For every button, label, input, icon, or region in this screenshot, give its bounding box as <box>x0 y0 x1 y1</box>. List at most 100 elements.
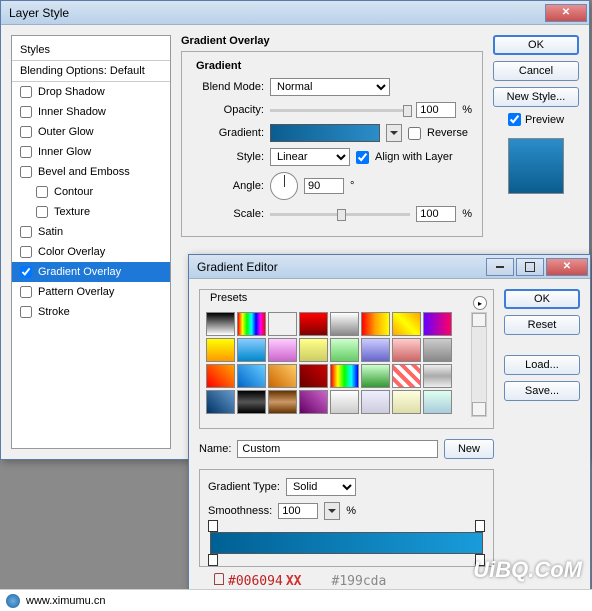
new-button[interactable]: New <box>444 439 494 459</box>
scale-input[interactable] <box>416 206 456 222</box>
preset-swatch[interactable] <box>361 364 390 388</box>
ge-load-button[interactable]: Load... <box>504 355 580 375</box>
preset-swatch[interactable] <box>299 312 328 336</box>
style-checkbox[interactable] <box>36 186 48 198</box>
blend-mode-select[interactable]: Normal <box>270 78 390 96</box>
group-title: Gradient <box>192 60 245 72</box>
gradient-type-select[interactable]: Solid <box>286 478 356 496</box>
opacity-stop-left[interactable] <box>208 520 218 532</box>
style-item-inner-shadow[interactable]: Inner Shadow <box>12 102 170 122</box>
presets-menu-icon[interactable] <box>473 296 487 310</box>
name-input[interactable] <box>237 440 438 458</box>
preset-swatch[interactable] <box>423 364 452 388</box>
style-item-stroke[interactable]: Stroke <box>12 302 170 322</box>
style-checkbox[interactable] <box>20 166 32 178</box>
preset-swatch[interactable] <box>361 390 390 414</box>
preset-swatch[interactable] <box>423 338 452 362</box>
angle-input[interactable] <box>304 178 344 194</box>
preset-swatch[interactable] <box>299 338 328 362</box>
style-item-bevel-and-emboss[interactable]: Bevel and Emboss <box>12 162 170 182</box>
preset-swatch[interactable] <box>237 390 266 414</box>
style-checkbox[interactable] <box>36 206 48 218</box>
opacity-slider[interactable] <box>270 109 410 112</box>
preview-checkbox[interactable] <box>508 113 521 126</box>
preset-swatch[interactable] <box>392 312 421 336</box>
new-style-button[interactable]: New Style... <box>493 87 579 107</box>
preset-swatch[interactable] <box>299 364 328 388</box>
style-item-color-overlay[interactable]: Color Overlay <box>12 242 170 262</box>
blending-options-item[interactable]: Blending Options: Default <box>12 61 170 82</box>
style-checkbox[interactable] <box>20 106 32 118</box>
gradient-swatch[interactable] <box>270 124 380 142</box>
opacity-input[interactable] <box>416 102 456 118</box>
gradient-editor-titlebar[interactable]: Gradient Editor <box>189 255 590 279</box>
style-checkbox[interactable] <box>20 86 32 98</box>
style-item-gradient-overlay[interactable]: Gradient Overlay <box>12 262 170 282</box>
preset-swatch[interactable] <box>268 312 297 336</box>
minimize-icon[interactable] <box>486 258 514 276</box>
preset-swatch[interactable] <box>330 364 359 388</box>
preset-swatch[interactable] <box>330 390 359 414</box>
preset-swatch[interactable] <box>206 364 235 388</box>
align-checkbox[interactable] <box>356 151 369 164</box>
style-item-pattern-overlay[interactable]: Pattern Overlay <box>12 282 170 302</box>
maximize-icon[interactable] <box>516 258 544 276</box>
style-item-outer-glow[interactable]: Outer Glow <box>12 122 170 142</box>
preset-swatch[interactable] <box>206 390 235 414</box>
close-icon[interactable] <box>545 4 587 22</box>
style-item-texture[interactable]: Texture <box>12 202 170 222</box>
preset-swatch[interactable] <box>268 364 297 388</box>
preset-swatch[interactable] <box>237 312 266 336</box>
ok-button[interactable]: OK <box>493 35 579 55</box>
opacity-stop-right[interactable] <box>475 520 485 532</box>
smoothness-dropdown[interactable] <box>324 502 340 520</box>
ge-reset-button[interactable]: Reset <box>504 315 580 335</box>
gradient-dropdown[interactable] <box>386 124 402 142</box>
style-item-contour[interactable]: Contour <box>12 182 170 202</box>
layer-style-title: Layer Style <box>9 6 69 20</box>
preset-swatch[interactable] <box>268 390 297 414</box>
preset-swatch[interactable] <box>392 364 421 388</box>
style-item-satin[interactable]: Satin <box>12 222 170 242</box>
cancel-button[interactable]: Cancel <box>493 61 579 81</box>
style-checkbox[interactable] <box>20 226 32 238</box>
preset-swatch[interactable] <box>299 390 328 414</box>
angle-dial[interactable] <box>270 172 298 200</box>
preset-swatch[interactable] <box>268 338 297 362</box>
name-label: Name: <box>199 443 231 455</box>
preset-swatch[interactable] <box>206 312 235 336</box>
style-item-inner-glow[interactable]: Inner Glow <box>12 142 170 162</box>
scale-slider[interactable] <box>270 213 410 216</box>
preset-swatch[interactable] <box>392 338 421 362</box>
preset-swatch[interactable] <box>330 338 359 362</box>
style-item-drop-shadow[interactable]: Drop Shadow <box>12 82 170 102</box>
preset-swatch[interactable] <box>423 312 452 336</box>
preset-swatch[interactable] <box>237 364 266 388</box>
preset-swatch[interactable] <box>361 338 390 362</box>
scroll-down-icon[interactable] <box>472 402 486 416</box>
preset-swatch[interactable] <box>206 338 235 362</box>
close-icon[interactable] <box>546 258 588 276</box>
style-checkbox[interactable] <box>20 306 32 318</box>
preset-swatch[interactable] <box>330 312 359 336</box>
style-checkbox[interactable] <box>20 126 32 138</box>
style-checkbox[interactable] <box>20 246 32 258</box>
layer-style-titlebar[interactable]: Layer Style <box>1 1 589 25</box>
ge-save-button[interactable]: Save... <box>504 381 580 401</box>
preset-swatch[interactable] <box>423 390 452 414</box>
style-checkbox[interactable] <box>20 286 32 298</box>
ge-ok-button[interactable]: OK <box>504 289 580 309</box>
presets-scrollbar[interactable] <box>471 312 487 417</box>
color-stop-left[interactable] <box>208 554 218 566</box>
styles-header[interactable]: Styles <box>12 40 170 61</box>
style-checkbox[interactable] <box>20 266 32 278</box>
gradient-bar[interactable] <box>210 532 483 554</box>
preset-swatch[interactable] <box>392 390 421 414</box>
preset-swatch[interactable] <box>237 338 266 362</box>
preset-swatch[interactable] <box>361 312 390 336</box>
reverse-checkbox[interactable] <box>408 127 421 140</box>
scroll-up-icon[interactable] <box>472 313 486 327</box>
smoothness-input[interactable] <box>278 503 318 519</box>
style-select[interactable]: Linear <box>270 148 350 166</box>
style-checkbox[interactable] <box>20 146 32 158</box>
